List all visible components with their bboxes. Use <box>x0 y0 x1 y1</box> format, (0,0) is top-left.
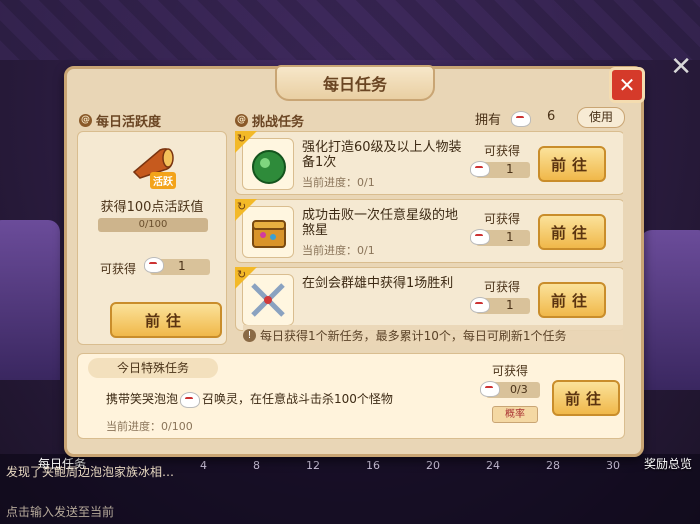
activity-go-button[interactable]: 前往 <box>110 302 222 338</box>
probability-badge: 概率 <box>492 406 538 423</box>
activity-reward-text: 获得100点活跃值 <box>100 200 204 215</box>
task-row: ↻ 成功击败一次任意星级的地煞星 当前进度：0/1 可获得 1 前往 <box>235 199 623 263</box>
task-name: 成功击败一次任意星级的地煞星 <box>302 208 459 238</box>
task-obtain-label: 可获得 <box>484 212 521 226</box>
ghost-token-icon <box>470 297 490 313</box>
task-count-value: 1 <box>506 162 514 176</box>
task-count-value: 1 <box>506 298 514 312</box>
tick: 4 <box>200 459 207 472</box>
tick: 16 <box>366 459 380 472</box>
task-row: ↻ 强化打造60级及以上人物装备1次 当前进度：0/1 可获得 1 前往 <box>235 131 623 195</box>
special-go-button[interactable]: 前往 <box>552 380 620 416</box>
ghost-token-icon <box>480 381 500 397</box>
swirl-icon: @ <box>235 114 248 127</box>
activity-count-value: 1 <box>178 259 186 273</box>
task-go-button[interactable]: 前往 <box>538 282 606 318</box>
laughing-bubble-icon <box>180 391 201 408</box>
activity-section-title: @ 每日活跃度 <box>79 111 161 130</box>
task-count-value: 1 <box>506 230 514 244</box>
activity-progress-bar: 0/100 <box>98 218 208 232</box>
close-button[interactable]: ✕ <box>609 67 645 103</box>
task-progress: 当前进度：0/1 <box>302 176 375 189</box>
left-tower-decoration <box>0 220 60 380</box>
dialog-title: 每日任务 <box>275 65 435 101</box>
task-row: ↻ 在剑会群雄中获得1场胜利 可获得 1 前往 <box>235 267 623 331</box>
ghost-token-icon <box>470 229 490 245</box>
activity-panel: 活跃 获得100点活跃值 0/100 可获得 1 前往 <box>77 131 227 345</box>
activity-section-label: 每日活跃度 <box>96 115 162 130</box>
special-obtain-label: 可获得 <box>492 364 529 378</box>
hud-reward-overview-label[interactable]: 奖励总览 <box>644 455 692 472</box>
activity-obtain-label: 可获得 <box>100 262 137 276</box>
special-desc-prefix: 携带笑哭泡泡 <box>106 392 179 406</box>
task-notice: ! 每日获得1个新任务，最多累计10个，每日可刷新1个任务 <box>243 325 623 345</box>
special-obtain-count: 0/3 <box>480 381 540 398</box>
special-count-value: 0/3 <box>510 383 528 396</box>
task-obtain-count: 1 <box>470 161 530 178</box>
task-obtain-label: 可获得 <box>484 144 521 158</box>
chat-message: 发现了夹鲍周边泡泡家族冰相… <box>6 465 175 479</box>
task-obtain-count: 1 <box>470 297 530 314</box>
ghost-token-icon <box>470 161 490 177</box>
task-progress: 当前进度：0/1 <box>302 244 375 257</box>
ghost-token-icon <box>511 111 531 127</box>
tick: 8 <box>253 459 260 472</box>
activity-ticks: 4 8 12 16 20 24 28 30 <box>200 459 620 472</box>
background-floor <box>0 0 700 60</box>
challenge-section-title: @ 挑战任务 <box>235 111 304 130</box>
tick: 12 <box>306 459 320 472</box>
ghost-token-icon <box>144 257 164 273</box>
use-button[interactable]: 使用 <box>577 107 625 128</box>
tick: 20 <box>426 459 440 472</box>
special-desc-suffix: 召唤灵，在任意战斗击杀100个怪物 <box>202 392 393 406</box>
tick: 24 <box>486 459 500 472</box>
special-task-description: 携带笑哭泡泡 召唤灵，在任意战斗击杀100个怪物 <box>106 390 393 408</box>
tick: 28 <box>546 459 560 472</box>
chat-input-placeholder[interactable]: 点击输入发送至当前 <box>6 503 114 520</box>
refresh-icon[interactable]: ↻ <box>237 132 246 145</box>
refresh-icon[interactable]: ↻ <box>237 268 246 281</box>
special-task-progress: 当前进度：0/100 <box>106 420 193 433</box>
notice-text: 每日获得1个新任务，最多累计10个，每日可刷新1个任务 <box>260 328 567 343</box>
right-tower-decoration <box>640 230 700 390</box>
challenge-section-label: 挑战任务 <box>252 115 305 130</box>
task-go-button[interactable]: 前往 <box>538 214 606 250</box>
own-label: 拥有 <box>475 113 502 128</box>
swirl-icon: @ <box>79 114 92 127</box>
exclamation-icon: ! <box>243 328 256 342</box>
special-task-panel: 今日特殊任务 携带笑哭泡泡 召唤灵，在任意战斗击杀100个怪物 当前进度：0/10… <box>77 353 625 439</box>
background-close-icon[interactable]: ✕ <box>670 52 692 82</box>
activity-obtain-count: 1 <box>144 257 210 275</box>
challenge-task-list[interactable]: ↻ 强化打造60级及以上人物装备1次 当前进度：0/1 可获得 1 前往 ↻ 成… <box>235 131 623 343</box>
task-obtain-count: 1 <box>470 229 530 246</box>
task-go-button[interactable]: 前往 <box>538 146 606 182</box>
special-task-tag: 今日特殊任务 <box>88 358 218 378</box>
horn-badge: 活跃 <box>150 172 176 189</box>
task-obtain-label: 可获得 <box>484 280 521 294</box>
task-name: 在剑会群雄中获得1场胜利 <box>302 276 454 291</box>
tick: 30 <box>606 459 620 472</box>
daily-task-dialog: 每日任务 ✕ @ 每日活跃度 活跃 获得100点活跃值 0/100 可获得 1 … <box>64 65 645 457</box>
own-count: 6 <box>547 109 556 124</box>
task-name: 强化打造60级及以上人物装备1次 <box>302 140 462 170</box>
refresh-icon[interactable]: ↻ <box>237 200 246 213</box>
